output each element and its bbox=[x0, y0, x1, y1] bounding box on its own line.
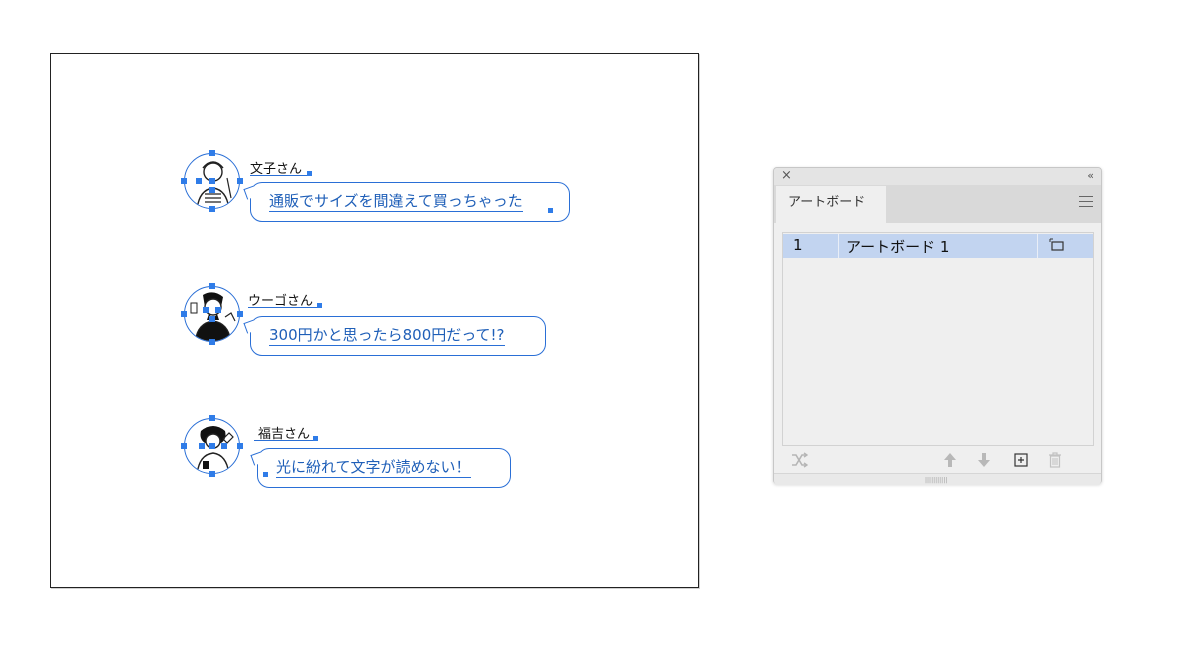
column-divider bbox=[838, 234, 839, 258]
grip-lines: ||||||||||| bbox=[925, 477, 948, 484]
collapse-icon[interactable]: ‹‹ bbox=[1087, 169, 1094, 183]
selection-handle[interactable] bbox=[237, 443, 243, 449]
panel-header[interactable]: × ‹‹ bbox=[774, 168, 1101, 186]
rearrange-icon[interactable] bbox=[790, 451, 809, 473]
panel-tabbar: アートボード bbox=[774, 185, 1101, 223]
bubble-tail bbox=[243, 185, 258, 200]
arrow-up-icon[interactable] bbox=[942, 451, 958, 473]
text-baseline bbox=[250, 175, 308, 176]
column-divider bbox=[1037, 234, 1038, 258]
bubble-message[interactable]: 通販でサイズを間違えて買っちゃった bbox=[269, 192, 523, 212]
panel-bottom-bar bbox=[774, 448, 1101, 472]
close-icon[interactable]: × bbox=[781, 169, 792, 183]
selection-handle[interactable] bbox=[209, 443, 215, 449]
artboard-number: 1 bbox=[793, 236, 803, 254]
selection-handle[interactable] bbox=[263, 472, 268, 477]
speech-bubble[interactable]: 300円かと思ったら800円だって!? bbox=[243, 316, 546, 356]
selection-handle[interactable] bbox=[209, 471, 215, 477]
trash-icon[interactable] bbox=[1047, 451, 1063, 473]
selection-handle[interactable] bbox=[237, 178, 243, 184]
new-artboard-icon[interactable] bbox=[1013, 451, 1029, 473]
selection-handle[interactable] bbox=[209, 187, 215, 193]
selection-handle[interactable] bbox=[209, 415, 215, 421]
selection-handle[interactable] bbox=[307, 171, 312, 176]
selection-handle[interactable] bbox=[209, 206, 215, 212]
resize-grip[interactable]: ||||||||||| bbox=[774, 473, 1101, 485]
selection-handle[interactable] bbox=[181, 178, 187, 184]
selection-handle[interactable] bbox=[548, 208, 553, 213]
selection-handle[interactable] bbox=[237, 311, 243, 317]
text-baseline bbox=[254, 440, 316, 441]
selection-handle[interactable] bbox=[196, 178, 202, 184]
selection-handle[interactable] bbox=[221, 443, 227, 449]
text-baseline bbox=[248, 307, 320, 308]
selection-handle[interactable] bbox=[317, 303, 322, 308]
list-item[interactable]: 1 アートボード 1 bbox=[783, 234, 1093, 258]
menu-icon[interactable] bbox=[1079, 196, 1093, 210]
speech-bubble[interactable]: 通販でサイズを間違えて買っちゃった bbox=[243, 182, 570, 222]
selection-handle[interactable] bbox=[209, 178, 215, 184]
selection-handle[interactable] bbox=[209, 283, 215, 289]
artboards-panel: × ‹‹ アートボード 1 アートボード 1 ||||||||||| bbox=[773, 167, 1102, 485]
selection-handle[interactable] bbox=[199, 443, 205, 449]
bubble-message[interactable]: 300円かと思ったら800円だって!? bbox=[269, 326, 505, 346]
artboard-canvas[interactable]: 文子さん 通販でサイズを間違えて買っちゃった ウーゴさん 300円かと思ったら8… bbox=[50, 53, 699, 588]
speech-bubble[interactable]: 光に紛れて文字が読めない！ bbox=[250, 448, 511, 488]
selection-handle[interactable] bbox=[215, 307, 221, 313]
selection-handle[interactable] bbox=[209, 316, 215, 322]
selection-handle[interactable] bbox=[209, 150, 215, 156]
selection-handle[interactable] bbox=[181, 443, 187, 449]
avatar-hugo[interactable] bbox=[184, 286, 240, 342]
artboard-name[interactable]: アートボード 1 bbox=[846, 236, 949, 257]
selection-handle[interactable] bbox=[313, 436, 318, 441]
bubble-message[interactable]: 光に紛れて文字が読めない！ bbox=[276, 458, 471, 478]
artboard-list[interactable]: 1 アートボード 1 bbox=[782, 232, 1094, 446]
selection-handle[interactable] bbox=[203, 307, 209, 313]
bubble-tail bbox=[243, 319, 258, 334]
tab-artboards[interactable]: アートボード bbox=[776, 186, 886, 223]
artboard-options-icon[interactable] bbox=[1049, 238, 1065, 256]
selection-handle[interactable] bbox=[209, 339, 215, 345]
selection-handle[interactable] bbox=[181, 311, 187, 317]
bubble-tail bbox=[250, 451, 265, 466]
arrow-down-icon[interactable] bbox=[976, 451, 992, 473]
